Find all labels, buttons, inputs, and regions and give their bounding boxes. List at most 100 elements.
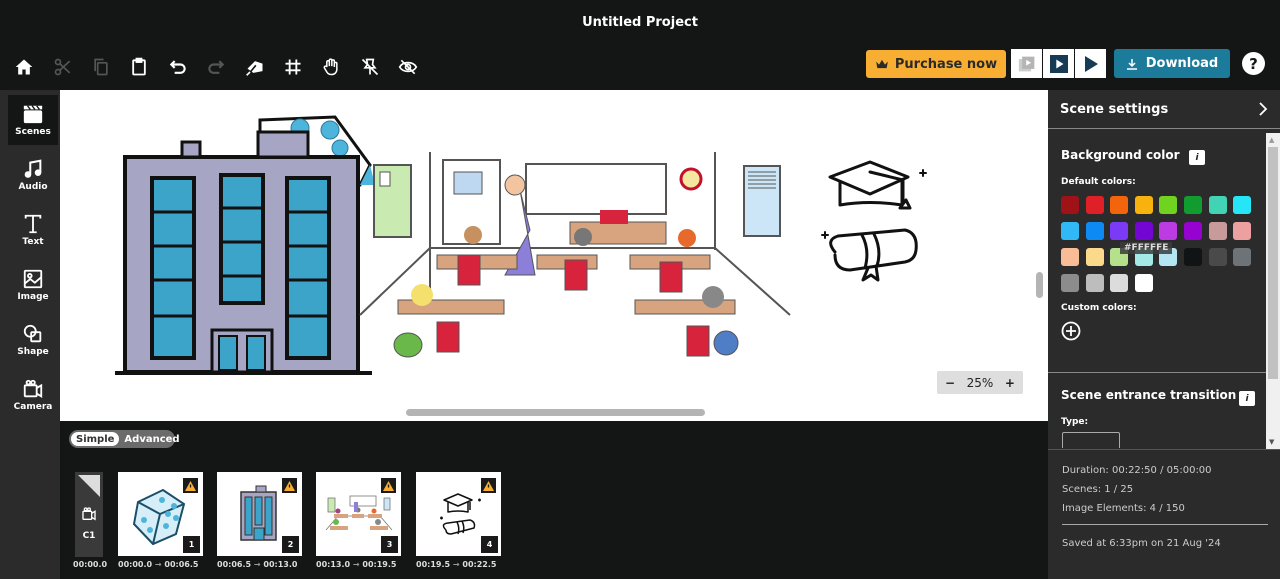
color-swatch[interactable] [1233, 248, 1252, 266]
zoom-out-button[interactable]: − [945, 376, 955, 390]
color-swatch[interactable] [1184, 248, 1202, 266]
mode-advanced[interactable]: Advanced [119, 432, 184, 446]
scene-end: 00:13.0 [263, 560, 298, 569]
color-swatch[interactable] [1110, 222, 1129, 240]
left-sidebar: Scenes Audio Text Image Shape Camera [0, 90, 60, 579]
scene-number: 4 [481, 536, 498, 553]
undo-icon[interactable] [163, 52, 193, 82]
toolbar: Purchase now Download ? [0, 44, 1280, 90]
paste-icon[interactable] [124, 52, 154, 82]
image-elements-stat: Image Elements: 4 / 150 [1062, 503, 1185, 514]
copy-icon[interactable] [86, 52, 116, 82]
color-swatch[interactable] [1061, 274, 1079, 292]
draw-hand-icon[interactable] [240, 52, 270, 82]
scrollbar-thumb[interactable] [1268, 147, 1278, 379]
play-box-icon [1049, 54, 1068, 73]
warning-icon [183, 478, 198, 493]
color-swatch[interactable] [1184, 222, 1202, 240]
project-title[interactable]: Untitled Project [0, 0, 1280, 44]
chevron-right-icon[interactable] [1258, 102, 1268, 116]
purchase-now-button[interactable]: Purchase now [866, 50, 1006, 78]
sidebar-item-shape[interactable]: Shape [8, 315, 58, 365]
color-swatch[interactable] [1061, 196, 1079, 214]
divider [1048, 449, 1280, 450]
download-button[interactable]: Download [1114, 49, 1230, 78]
play-from-scene-button[interactable] [1043, 49, 1074, 78]
divider [1062, 524, 1268, 525]
color-swatch[interactable] [1208, 248, 1227, 266]
color-swatch[interactable] [1184, 196, 1202, 214]
divider [1048, 372, 1266, 373]
color-swatch[interactable] [1110, 274, 1129, 292]
color-swatch[interactable] [1110, 196, 1129, 214]
scene-number: 3 [381, 536, 398, 553]
zoom-control: − 25% + [937, 371, 1023, 394]
corner-fold-icon [78, 475, 100, 497]
transition-type-option[interactable] [1062, 432, 1120, 448]
scroll-down-icon[interactable]: ▼ [1269, 438, 1274, 446]
help-button[interactable]: ? [1242, 52, 1265, 75]
scene-thumbnail[interactable]: 3 [316, 472, 401, 556]
zoom-in-button[interactable]: + [1005, 376, 1015, 390]
scene-thumbnail[interactable]: 4 [416, 472, 501, 556]
canvas-vertical-scrollbar[interactable] [1036, 272, 1043, 298]
scene-thumbnail[interactable]: 1 [118, 472, 203, 556]
hide-icon[interactable] [393, 52, 423, 82]
info-icon[interactable]: i [1189, 150, 1205, 165]
color-tooltip: #FFFFFE [1120, 242, 1173, 254]
color-swatch[interactable] [1208, 196, 1227, 214]
color-swatch[interactable] [1085, 222, 1104, 240]
building-illustration[interactable] [115, 130, 372, 375]
redo-icon[interactable] [201, 52, 231, 82]
image-icon [23, 269, 43, 289]
transition-type-label: Type: [1061, 417, 1089, 427]
unpin-icon[interactable] [355, 52, 385, 82]
mode-simple[interactable]: Simple [71, 432, 120, 446]
color-swatch[interactable] [1134, 196, 1153, 214]
scene-number: 1 [183, 536, 200, 553]
settings-scrollbar[interactable]: ▲ ▼ [1266, 133, 1280, 449]
sidebar-item-scenes[interactable]: Scenes [8, 95, 58, 145]
sidebar-item-camera[interactable]: Camera [8, 370, 58, 420]
grid-icon[interactable] [278, 52, 308, 82]
color-swatch[interactable] [1085, 248, 1104, 266]
sidebar-item-text[interactable]: Text [8, 205, 58, 255]
scene-canvas[interactable]: − 25% + [60, 90, 1048, 421]
sidebar-item-image[interactable]: Image [8, 260, 58, 310]
preview-scene-button[interactable] [1011, 49, 1042, 78]
project-stats: Duration: 00:22:50 / 05:00:00 Scenes: 1 … [1048, 449, 1280, 579]
color-swatch[interactable] [1085, 196, 1104, 214]
color-swatch[interactable] [1061, 248, 1079, 266]
scene-thumbnail[interactable]: 2 [217, 472, 302, 556]
scene-settings-header[interactable]: Scene settings [1048, 90, 1280, 129]
color-swatch[interactable] [1134, 222, 1153, 240]
color-swatch[interactable] [1159, 196, 1178, 214]
classroom-illustration[interactable] [359, 152, 791, 358]
color-swatch[interactable] [1233, 222, 1252, 240]
scene-settings-panel: Scene settings Background color i Defaul… [1048, 90, 1280, 579]
play-button[interactable] [1075, 49, 1106, 78]
transition-title: Scene entrance transition [1061, 388, 1237, 402]
scene-time-range: 00:19.5 → 00:22.5 [416, 560, 496, 569]
timeline: Simple Advanced C1 00:00.0 1 00:00.0 → 0… [60, 421, 1048, 579]
warning-icon [381, 478, 396, 493]
canvas-horizontal-scrollbar[interactable] [406, 409, 705, 416]
graduation-illustration[interactable] [821, 160, 927, 282]
color-swatch[interactable] [1208, 222, 1227, 240]
color-swatch[interactable] [1233, 196, 1252, 214]
add-custom-color-icon[interactable] [1061, 321, 1081, 341]
sidebar-item-audio[interactable]: Audio [8, 150, 58, 200]
color-swatch[interactable] [1061, 222, 1079, 240]
color-swatch[interactable] [1134, 274, 1153, 292]
home-icon[interactable] [9, 52, 39, 82]
info-icon[interactable]: i [1239, 391, 1255, 406]
scene-start: 00:00.0 [118, 560, 153, 569]
pan-hand-icon[interactable] [316, 52, 346, 82]
color-swatch[interactable] [1159, 222, 1178, 240]
cut-icon[interactable] [48, 52, 78, 82]
clapperboard-icon [23, 105, 43, 124]
mode-toggle[interactable]: Simple Advanced [69, 430, 180, 448]
camera-track[interactable]: C1 [75, 472, 103, 557]
color-swatch[interactable] [1085, 274, 1104, 292]
scroll-up-icon[interactable]: ▲ [1269, 136, 1274, 144]
